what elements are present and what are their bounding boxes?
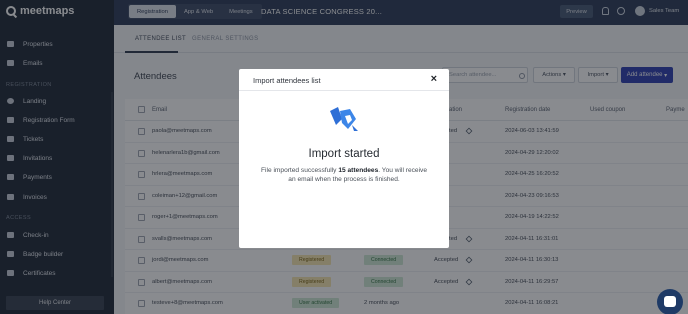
message-before: File imported successfully: [260, 167, 339, 174]
modal-header: Import attendees list ×: [239, 69, 449, 91]
modal-message: File imported successfully 15 attendees.…: [259, 166, 429, 184]
close-icon[interactable]: ×: [431, 73, 437, 85]
chat-button[interactable]: [657, 289, 683, 314]
meetmaps-brand-icon: [330, 107, 358, 131]
import-modal: Import attendees list × Import started F…: [239, 69, 449, 248]
chat-icon: [664, 296, 676, 307]
attendee-count: 15 attendees: [338, 167, 379, 174]
modal-heading: Import started: [308, 148, 380, 160]
modal-title: Import attendees list: [253, 76, 321, 85]
